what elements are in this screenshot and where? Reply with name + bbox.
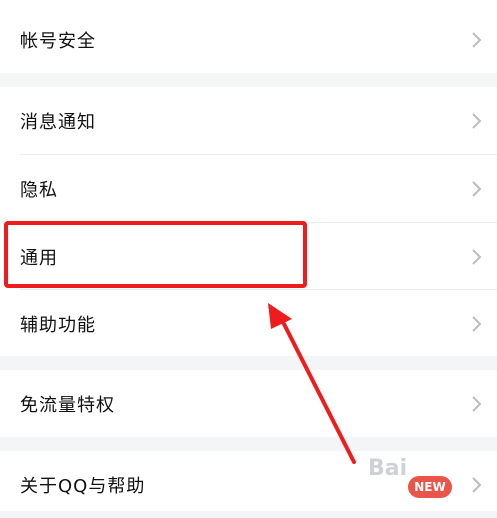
watermark-new-badge: NEW [408, 476, 452, 498]
annotation-arrow-icon [268, 303, 356, 464]
baidu-watermark: Bai NEW [364, 452, 496, 508]
watermark-logo-text: Bai [368, 456, 408, 481]
